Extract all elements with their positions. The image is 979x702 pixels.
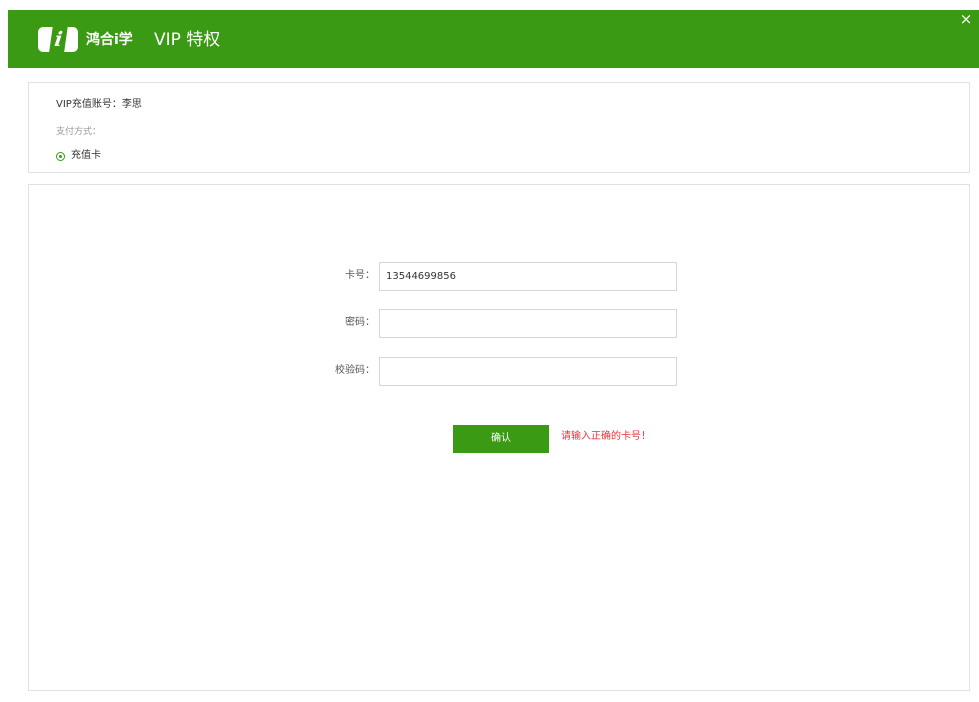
captcha-label: 校验码：: [335, 365, 375, 376]
radio-selected-icon[interactable]: [56, 151, 65, 161]
error-message: 请输入正确的卡号！: [561, 431, 651, 442]
dialog-title: VIP 特权: [154, 30, 221, 50]
brand-name: 鸿合i学: [86, 32, 133, 48]
card-number-input[interactable]: [379, 262, 677, 291]
password-input[interactable]: [379, 309, 677, 338]
payment-option-recharge-card[interactable]: 充值卡: [56, 149, 101, 163]
account-label: VIP充值账号：: [56, 99, 122, 110]
account-name: 李思: [121, 99, 142, 110]
payment-option-label: 充值卡: [71, 150, 101, 161]
vip-account-line: VIP充值账号：李思: [56, 98, 142, 112]
password-row: 密码：: [29, 309, 971, 338]
title-bar: i 鸿合i学 VIP 特权 ×: [8, 10, 979, 68]
password-label: 密码：: [345, 317, 375, 328]
captcha-input[interactable]: [379, 357, 677, 386]
account-info-panel: VIP充值账号：李思 支付方式： 充值卡: [28, 82, 970, 173]
confirm-button[interactable]: 确认: [453, 425, 549, 453]
recharge-form-panel: 卡号： 密码： 校验码： 确认 请输入正确的卡号！: [28, 184, 970, 691]
card-number-label: 卡号：: [345, 270, 375, 281]
captcha-row: 校验码：: [29, 357, 971, 386]
close-icon[interactable]: ×: [959, 11, 973, 27]
vip-window: i 鸿合i学 VIP 特权 × VIP充值账号：李思 支付方式： 充值卡 卡号：…: [0, 0, 979, 702]
card-number-row: 卡号：: [29, 262, 971, 291]
logo-letter: i: [48, 24, 69, 54]
app-logo: i: [38, 24, 78, 54]
payment-method-label: 支付方式：: [56, 127, 102, 137]
